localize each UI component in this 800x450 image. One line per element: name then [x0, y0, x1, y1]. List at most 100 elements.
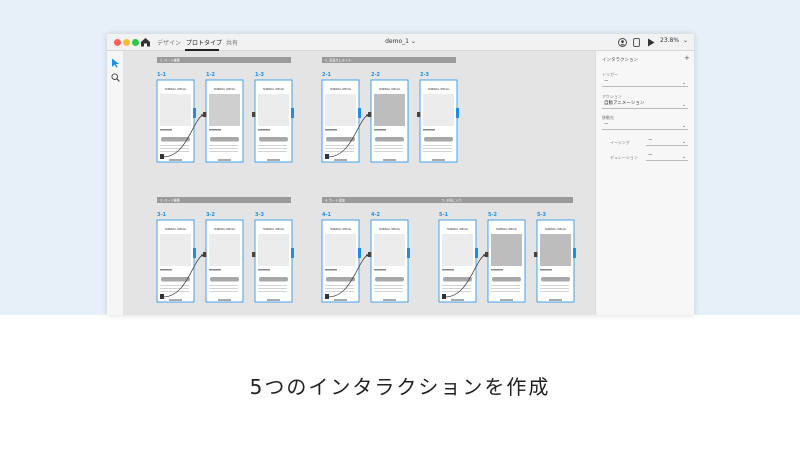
artboard-label: 1-1: [157, 72, 167, 78]
artboard-brand: HANDBALL SPECIAL: [545, 228, 567, 231]
left-toolbar: [107, 51, 124, 315]
product-image-placeholder: [442, 234, 473, 266]
description-line: [325, 145, 354, 146]
description-line: [491, 291, 520, 292]
product-image-placeholder: [258, 234, 289, 266]
artboard-label: 4-1: [322, 212, 332, 218]
description-line: [491, 288, 520, 289]
product-image-placeholder: [325, 94, 356, 126]
description-line: [423, 145, 452, 146]
description-line: [374, 291, 403, 292]
chevron-down-icon: ⌄: [681, 102, 686, 108]
title-bar: デザイン プロトタイプ 共有 demo_1 ⌄ 23.8% ⌄: [107, 34, 694, 51]
easing-select[interactable]: ー ⌄: [646, 137, 688, 146]
price-line: [442, 269, 454, 271]
artboard-brand: HANDBALL SPECIAL: [214, 228, 236, 231]
product-image-placeholder: [540, 234, 571, 266]
description-line: [442, 288, 471, 289]
artboard-label: 2-2: [371, 72, 381, 78]
artboard-brand: HANDBALL SPECIAL: [330, 228, 352, 231]
product-image-placeholder: [160, 94, 191, 126]
artboard-brand: HANDBALL SPECIAL: [263, 228, 285, 231]
group-header-label: 4. カート追加: [325, 198, 345, 203]
play-icon[interactable]: [647, 38, 655, 47]
interaction-wire-handle: [534, 252, 538, 257]
add-to-cart-placeholder: [210, 137, 239, 142]
flow-connector-tab: [407, 248, 410, 258]
action-select[interactable]: 自動アニメーション ⌄: [602, 100, 688, 109]
chevron-down-icon: ⌄: [681, 139, 686, 145]
add-to-cart-placeholder: [492, 277, 521, 282]
flow-connector-tab: [291, 108, 294, 118]
easing-label: イージング: [610, 140, 630, 145]
description-line: [491, 285, 520, 286]
home-indicator: [451, 299, 464, 301]
price-line: [374, 269, 386, 271]
add-to-cart-placeholder: [210, 277, 239, 282]
panel-title: インタラクション: [602, 58, 638, 63]
wire-origin-handle: [325, 154, 329, 159]
destination-select[interactable]: ー ⌄: [602, 121, 688, 130]
artboard-label: 2-1: [322, 72, 332, 78]
easing-value: ー: [648, 138, 653, 143]
description-line: [160, 288, 189, 289]
description-line: [209, 288, 238, 289]
description-line: [209, 148, 238, 149]
price-line: [540, 269, 552, 271]
app-window: デザイン プロトタイプ 共有 demo_1 ⌄ 23.8% ⌄ 1. ページ遷移…: [107, 34, 694, 315]
wire-origin-handle: [325, 294, 329, 299]
description-line: [325, 288, 354, 289]
interaction-wire-handle: [203, 252, 207, 257]
document-title[interactable]: demo_1 ⌄: [107, 38, 694, 45]
artboard-brand: HANDBALL SPECIAL: [379, 228, 401, 231]
home-indicator: [383, 299, 396, 301]
artboard-brand: HANDBALL SPECIAL: [263, 88, 285, 91]
home-indicator: [218, 159, 231, 161]
zoom-tool-icon[interactable]: [111, 73, 120, 82]
add-to-cart-placeholder: [424, 137, 453, 142]
trigger-select[interactable]: ー ⌄: [602, 78, 688, 87]
description-line: [160, 148, 189, 149]
duration-label: デュレーション: [610, 155, 638, 160]
description-line: [423, 148, 452, 149]
price-line: [423, 129, 435, 131]
artboard-label: 2-3: [420, 72, 430, 78]
interaction-wire-handle: [203, 112, 207, 117]
add-to-cart-placeholder: [161, 277, 190, 282]
description-line: [209, 145, 238, 146]
artboard-canvas[interactable]: 1. ページ遷移 1-1 HANDBALL SPECIAL 1-2 HANDBALL S…: [124, 51, 595, 315]
description-line: [374, 288, 403, 289]
destination-value: ー: [604, 122, 609, 127]
interaction-wire-handle: [252, 112, 256, 117]
add-to-cart-placeholder: [326, 277, 355, 282]
description-line: [209, 291, 238, 292]
artboard-brand: HANDBALL SPECIAL: [165, 88, 187, 91]
add-interaction-icon[interactable]: +: [684, 54, 690, 62]
device-preview-icon[interactable]: [633, 38, 640, 47]
description-line: [423, 151, 452, 152]
user-icon[interactable]: [618, 38, 627, 47]
home-indicator: [267, 299, 280, 301]
artboard-label: 3-3: [255, 212, 265, 218]
price-line: [325, 129, 337, 131]
description-line: [160, 145, 189, 146]
group-header-label: 1. ページ遷移: [160, 58, 181, 63]
chevron-down-icon: ⌄: [681, 123, 686, 129]
property-inspector: インタラクション + トリガー ー ⌄ アクション 自動アニメーション ⌄ 移動…: [595, 51, 694, 315]
product-image-placeholder: [374, 234, 405, 266]
description-line: [258, 288, 287, 289]
add-to-cart-placeholder: [161, 137, 190, 142]
interaction-wire-handle: [368, 112, 372, 117]
add-to-cart-placeholder: [541, 277, 570, 282]
artboard-label: 1-3: [255, 72, 265, 78]
artboards-layer: 1. ページ遷移 1-1 HANDBALL SPECIAL 1-2 HANDBALL S…: [156, 57, 576, 303]
flow-connector-tab: [573, 248, 576, 258]
zoom-dropdown-icon[interactable]: ⌄: [683, 37, 688, 44]
duration-select[interactable]: ー ⌄: [646, 152, 688, 161]
select-tool-icon[interactable]: [111, 58, 120, 68]
home-indicator: [432, 159, 445, 161]
zoom-level[interactable]: 23.8%: [660, 37, 679, 44]
add-to-cart-placeholder: [259, 277, 288, 282]
artboard-label: 5-1: [439, 212, 449, 218]
description-line: [374, 148, 403, 149]
